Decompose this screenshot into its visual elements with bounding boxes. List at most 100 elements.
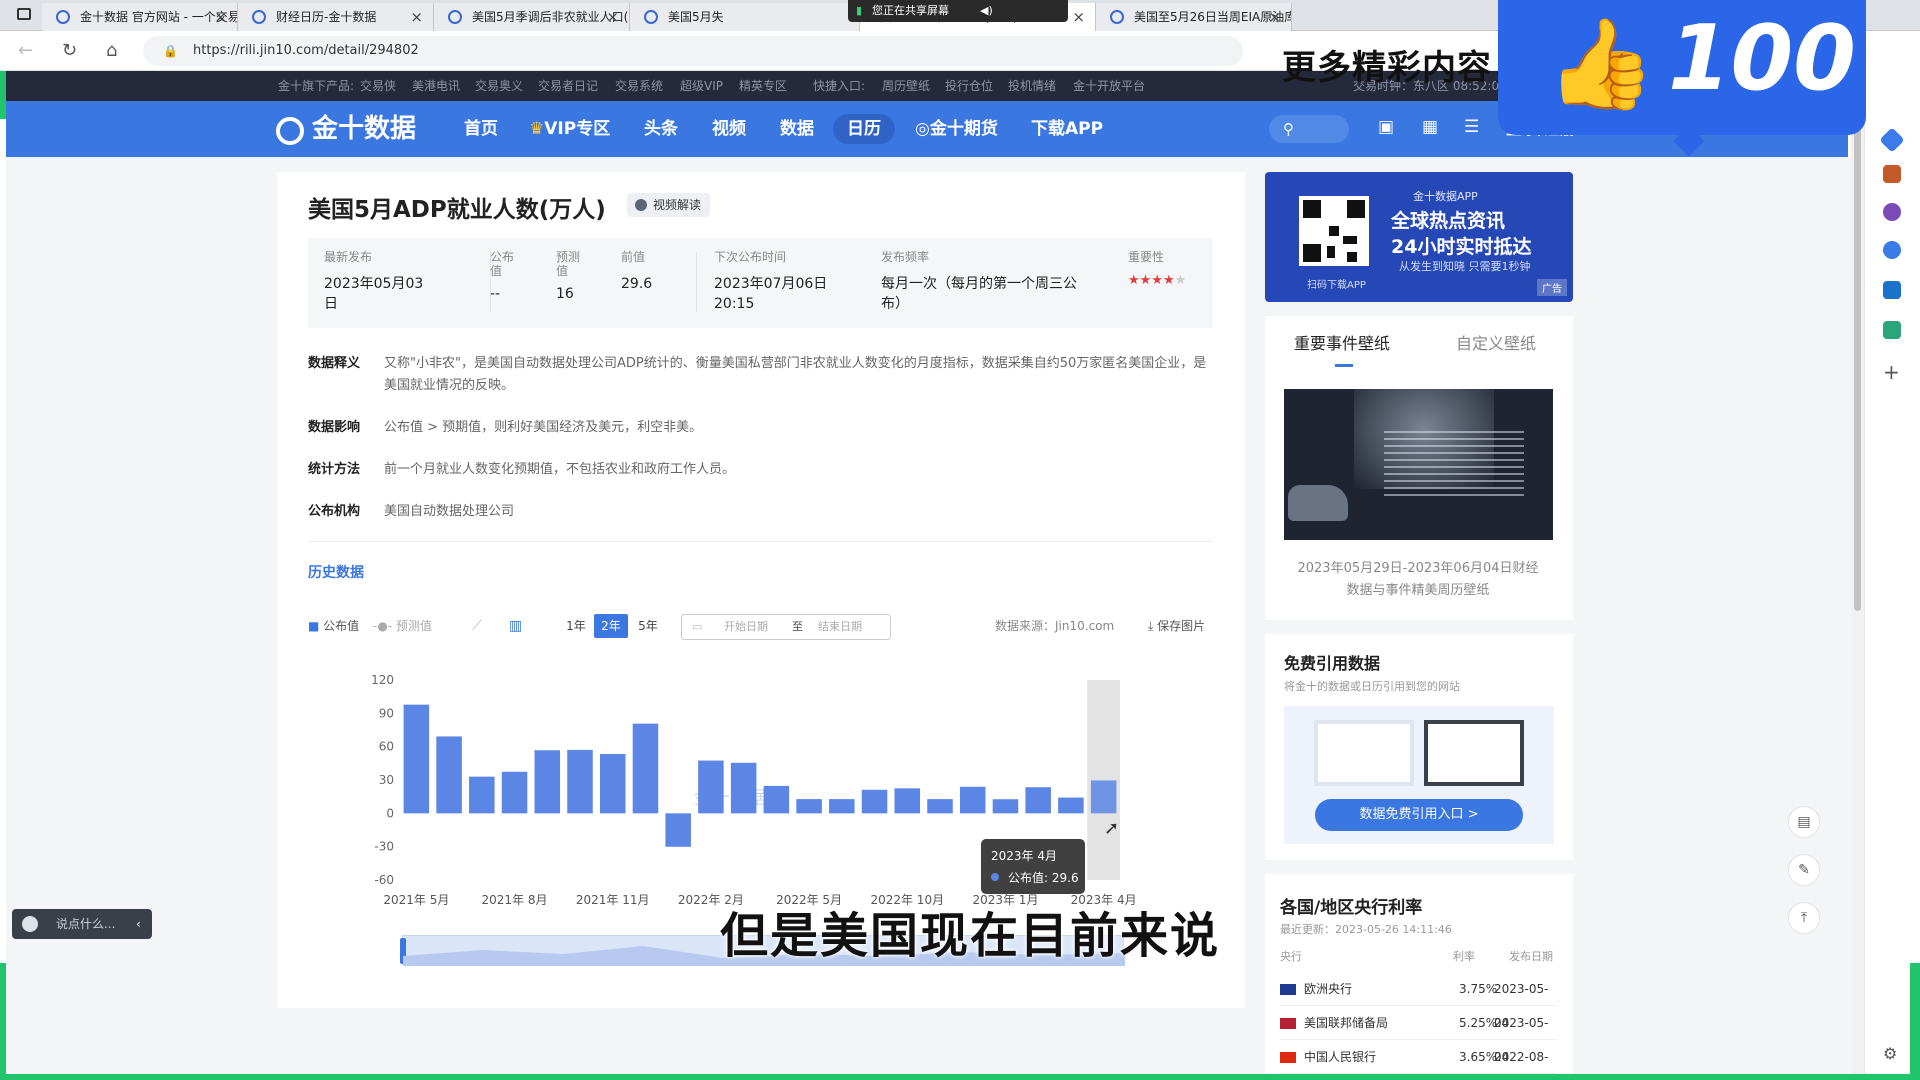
chart-bar: [534, 750, 561, 814]
rates-bank: 美国联邦储备局: [1304, 1016, 1389, 1030]
line-chart-icon[interactable]: ⟋: [472, 616, 482, 636]
rates-row[interactable]: 欧洲央行 3.75% 2023-05-04: [1280, 972, 1557, 1030]
calendar-icon[interactable]: ▣: [1378, 117, 1394, 137]
rates-row[interactable]: 美国联邦储备局 5.25% 2023-05-04: [1280, 1006, 1557, 1064]
settings-icon[interactable]: ⚙: [1883, 1045, 1901, 1063]
range-2y-button[interactable]: 2年: [594, 614, 628, 638]
tab-eia[interactable]: 美国至5月26日当周EIA原油库存 ×: [1096, 3, 1292, 31]
chart-bar: [992, 799, 1019, 814]
speaker-icon: ◀): [980, 4, 993, 17]
tab-close-icon[interactable]: ×: [1268, 3, 1281, 31]
range-1y-button[interactable]: 1年: [559, 614, 593, 638]
free-data-subtitle: 将金十的数据或日历引用到您的网站: [1284, 680, 1460, 693]
nav-home[interactable]: 首页: [464, 101, 498, 157]
nav-calendar[interactable]: 日历: [833, 114, 895, 144]
collapse-chevron-icon[interactable]: ‹: [136, 909, 141, 939]
url-field[interactable]: 🔒 https://rili.jin10.com/detail/294802: [143, 36, 1243, 66]
chart-bar: [1025, 787, 1051, 814]
back-to-top-tool[interactable]: ⤒: [1788, 902, 1820, 934]
nav-data[interactable]: 数据: [780, 101, 814, 157]
video-interpret-button[interactable]: 视频解读: [627, 193, 711, 217]
legend-forecast[interactable]: -●- 预测值: [373, 616, 432, 636]
strip-link[interactable]: 周历壁纸: [882, 71, 930, 101]
wallpaper-caption[interactable]: 2023年05月29日-2023年06月04日财经数据与事件精美周历壁纸: [1296, 558, 1540, 602]
tab-custom-wallpaper[interactable]: 自定义壁纸: [1456, 330, 1536, 354]
tab-event-wallpaper[interactable]: 重要事件壁纸: [1294, 330, 1390, 354]
briefcase-icon[interactable]: [1883, 165, 1901, 183]
tab-calendar[interactable]: 财经日历-金十数据 ×: [238, 3, 434, 31]
download-icon: ⤓: [1148, 619, 1158, 633]
list-icon[interactable]: ☰: [1464, 117, 1479, 137]
outlook-icon[interactable]: [1883, 281, 1901, 299]
row-key: 数据释义: [308, 356, 361, 371]
chat-input[interactable]: 说点什么... ‹: [12, 909, 152, 939]
add-icon[interactable]: +: [1883, 362, 1901, 382]
strip-link[interactable]: 交易侠: [360, 71, 396, 101]
y-tick-label: 30: [379, 773, 394, 787]
previous-label: 前值: [621, 250, 646, 264]
app-download-ad[interactable]: 扫码下载APP 金十数据APP 全球热点资讯 24小时实时抵达 从发生到知晓 只…: [1265, 172, 1573, 302]
reload-icon[interactable]: ↻: [62, 40, 77, 61]
chart-bar: [1090, 780, 1117, 814]
range-5y-button[interactable]: 5年: [631, 614, 665, 638]
app-qr-tool[interactable]: ▤: [1788, 806, 1820, 838]
tooltip-label: 2023年 4月: [991, 849, 1057, 863]
history-data-tab[interactable]: 历史数据: [308, 562, 364, 582]
tab-title: 财经日历-金十数据: [276, 10, 377, 24]
rates-row[interactable]: 中国人民银行3.65%2022-08-22: [1280, 1040, 1557, 1074]
grid-icon[interactable]: ▦: [1422, 117, 1438, 137]
tab-nonfarm[interactable]: 美国5月季调后非农就业人口(万人×: [434, 3, 630, 31]
actual-label: 公布值: [490, 250, 515, 278]
importance-label: 重要性: [1128, 250, 1165, 264]
window-menu-icon[interactable]: [17, 8, 31, 20]
nav-futures-label: 金十期货: [929, 119, 998, 139]
back-icon[interactable]: ←: [18, 40, 33, 61]
emoji-icon[interactable]: [22, 916, 38, 932]
feedback-tool[interactable]: ✎: [1788, 854, 1820, 886]
strip-link[interactable]: 交易系统: [615, 71, 663, 101]
nav-download-app[interactable]: 下载APP: [1031, 101, 1103, 157]
send-icon[interactable]: [1883, 321, 1901, 339]
search-icon: ⚲: [1283, 120, 1294, 138]
nav-video[interactable]: 视频: [712, 101, 746, 157]
chart-bar: [469, 776, 495, 814]
monitor-icon: [1314, 720, 1414, 786]
date-to-label: 至: [792, 620, 803, 633]
nav-vip[interactable]: ♛VIP专区: [529, 101, 610, 157]
strip-link[interactable]: 投机情绪: [1008, 71, 1056, 101]
home-icon[interactable]: ⌂: [106, 40, 117, 61]
site-logo[interactable]: 金十数据: [276, 111, 416, 147]
games-icon[interactable]: [1883, 203, 1901, 221]
tag-icon[interactable]: [1879, 127, 1905, 153]
bar-chart-icon[interactable]: ▥: [509, 616, 522, 636]
nav-headlines[interactable]: 头条: [644, 101, 678, 157]
wallpaper-image[interactable]: [1284, 389, 1553, 540]
strip-shortcut-label: 快捷入口:: [813, 79, 866, 93]
strip-link[interactable]: 交易奥义: [475, 71, 523, 101]
page-scrollbar[interactable]: [1851, 101, 1864, 1080]
y-tick-label: 120: [371, 673, 394, 687]
free-data-entry-button[interactable]: 数据免费引用入口 >: [1315, 799, 1523, 831]
strip-link[interactable]: 精英专区: [739, 71, 787, 101]
strip-link[interactable]: 投行仓位: [945, 71, 993, 101]
strip-link[interactable]: 金十开放平台: [1073, 71, 1145, 101]
strip-link[interactable]: 美港电讯: [412, 71, 460, 101]
tab-jin10-home[interactable]: 金十数据 官方网站 - 一个交易工 ×: [42, 3, 238, 31]
tab-close-icon[interactable]: ×: [214, 3, 227, 31]
nav-futures[interactable]: ◎金十期货: [915, 101, 998, 157]
strip-link[interactable]: 超级VIP: [680, 71, 723, 101]
scrollbar-thumb[interactable]: [1854, 111, 1861, 611]
tab-close-icon[interactable]: ×: [410, 3, 423, 31]
save-image-button[interactable]: ⤓ 保存图片: [1148, 616, 1205, 636]
strip-link[interactable]: 交易者日记: [538, 71, 598, 101]
date-range-picker[interactable]: ▭ 开始日期 至 结束日期: [681, 614, 891, 640]
end-date-input[interactable]: 结束日期: [818, 615, 862, 639]
start-date-input[interactable]: 开始日期: [724, 615, 768, 639]
site-search[interactable]: ⚲: [1269, 115, 1349, 143]
copilot-icon[interactable]: [1883, 241, 1901, 259]
tab-unemployment[interactable]: 美国5月失: [630, 3, 860, 31]
legend-actual[interactable]: ■ 公布值: [308, 616, 359, 636]
tab-close-icon[interactable]: ×: [606, 3, 619, 31]
row-value: 前一个月就业人数变化预期值，不包括农业和政府工作人员。: [384, 462, 736, 477]
tab-close-icon[interactable]: ×: [1072, 3, 1085, 31]
